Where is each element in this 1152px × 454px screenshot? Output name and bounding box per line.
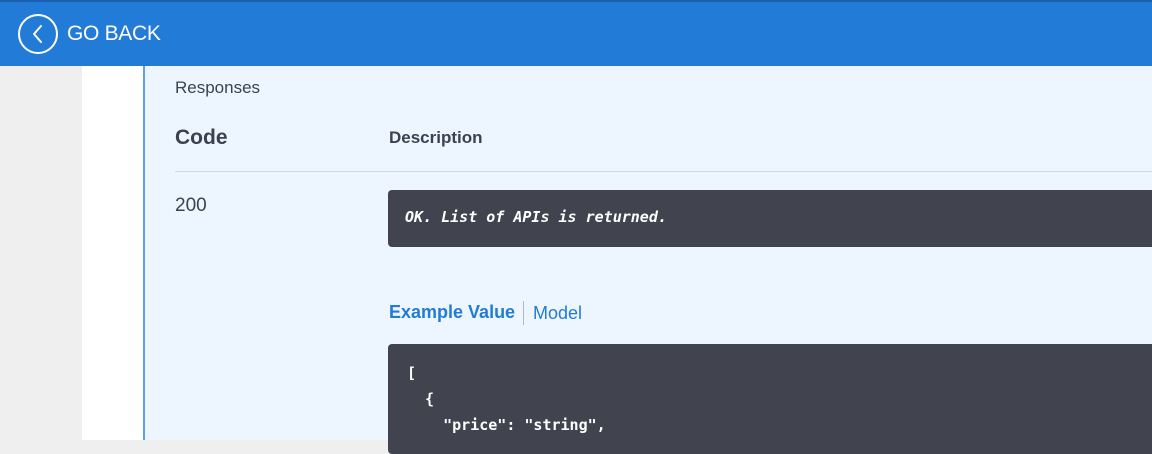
chevron-left-icon (18, 14, 58, 54)
responses-title: Responses (175, 78, 261, 97)
code-line: [ (407, 364, 417, 382)
response-description-box: OK. List of APIs is returned. (388, 190, 1152, 247)
code-column-header: Code (175, 126, 228, 149)
tab-model[interactable]: Model (533, 303, 582, 324)
code-line: "price": "string", (407, 416, 606, 434)
code-line: { (407, 390, 435, 408)
response-code: 200 (175, 195, 207, 216)
go-back-label: GO BACK (67, 22, 161, 45)
table-divider (175, 171, 1152, 172)
response-description: OK. List of APIs is returned. (405, 208, 667, 226)
description-column-header: Description (389, 128, 483, 147)
tab-example-value[interactable]: Example Value (389, 302, 515, 323)
example-value-code-block[interactable]: [ { "price": "string", (388, 344, 1152, 454)
go-back-button[interactable]: GO BACK (18, 12, 161, 56)
tab-separator (523, 301, 524, 325)
top-bar: GO BACK (0, 0, 1152, 66)
